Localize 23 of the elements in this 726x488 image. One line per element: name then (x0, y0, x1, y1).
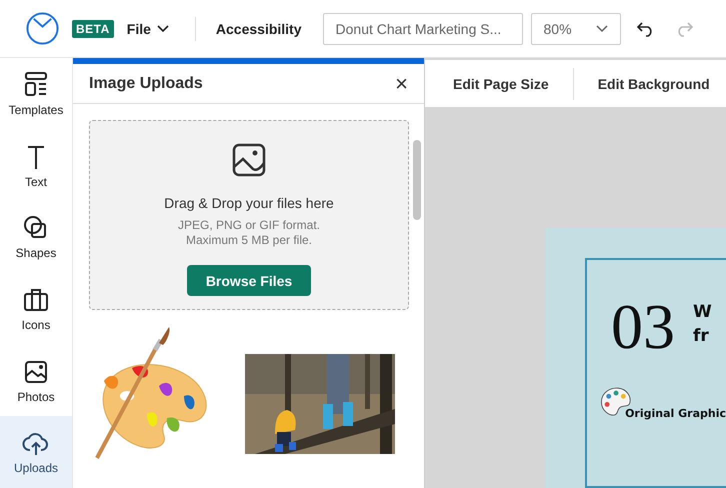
file-format-hint: JPEG, PNG or GIF format. Maximum 5 MB per file. (178, 218, 320, 248)
panel-title: Image Uploads (89, 74, 203, 92)
section-heading: W fr (693, 301, 712, 348)
toolbar-button[interactable]: Edit Background (582, 70, 726, 98)
drop-zone-title: Drag & Drop your files here (164, 195, 334, 211)
chevron-down-icon (156, 24, 169, 32)
browse-files-button[interactable]: Browse Files (187, 265, 311, 296)
file-menu[interactable]: File (124, 16, 171, 40)
toolbar-button[interactable]: Edit Page Size (437, 70, 565, 98)
section-number: 03 (611, 296, 675, 358)
zoom-dropdown[interactable]: 80% (530, 12, 621, 44)
graphic-caption: Original Graphic (625, 407, 726, 420)
document-title-field[interactable]: Donut Chart Marketing S... (322, 12, 523, 44)
chevron-down-icon (596, 24, 608, 32)
logo-icon (26, 12, 59, 45)
sidebar-item[interactable]: Uploads (0, 416, 72, 488)
design-page[interactable]: 03 W fr Original Graphic (545, 228, 726, 488)
scrollbar-thumb[interactable] (413, 140, 421, 220)
layout-icon (22, 70, 50, 99)
accessibility-button[interactable]: Accessibility (216, 16, 302, 40)
beta-badge: BETA (72, 20, 114, 38)
drop-zone[interactable]: Drag & Drop your files here JPEG, PNG or GIF format. Maximum 5 MB per file. Browse Files (89, 120, 409, 310)
image-icon (232, 143, 266, 177)
